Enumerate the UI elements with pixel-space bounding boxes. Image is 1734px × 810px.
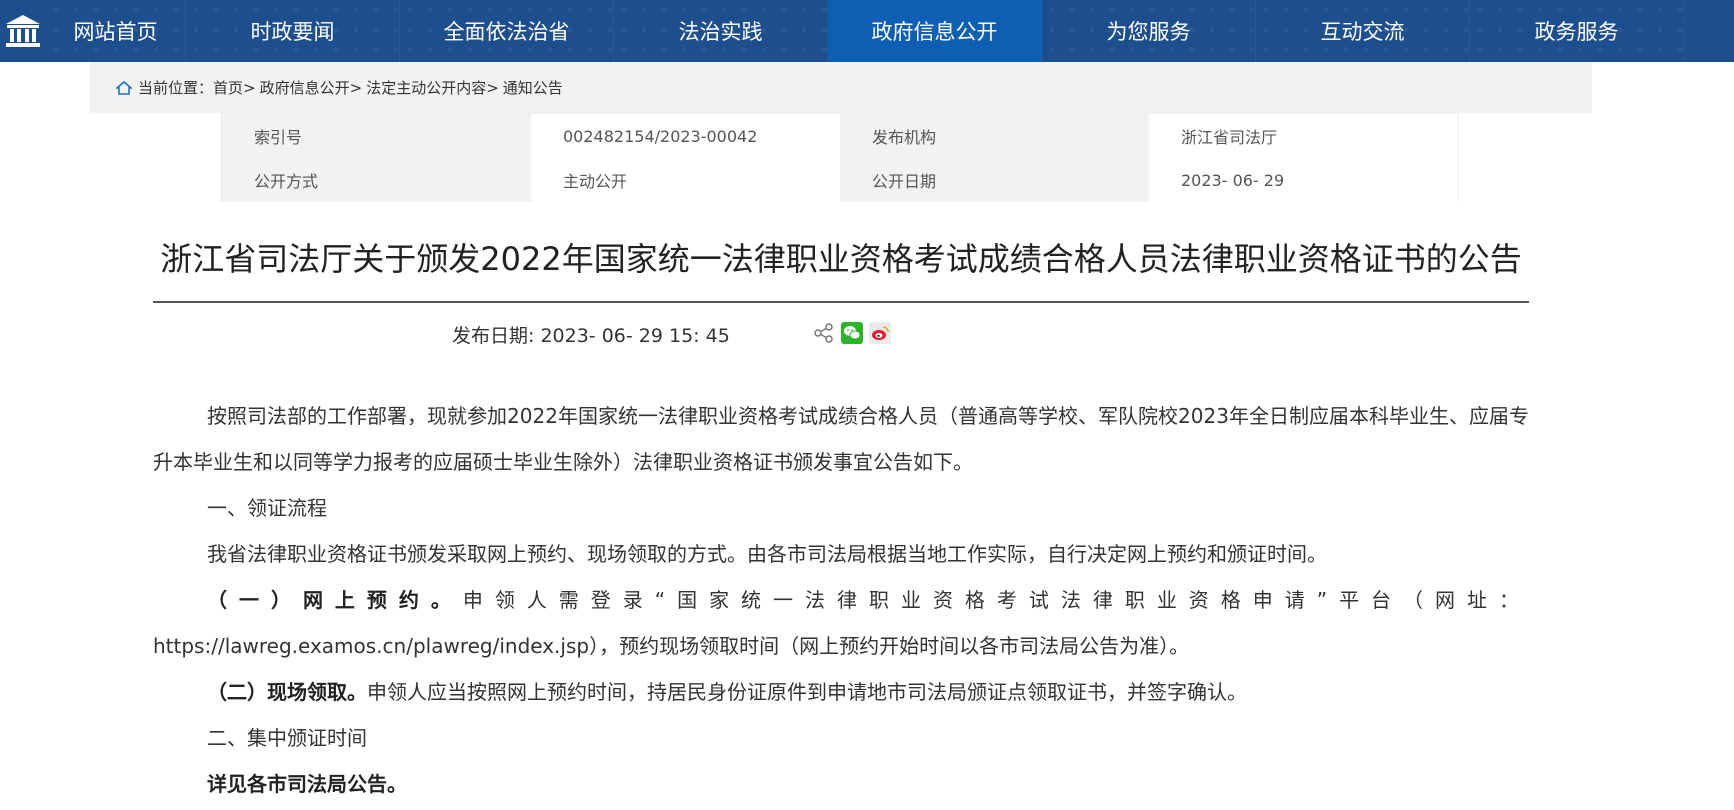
- nav-item-gov-info[interactable]: 政府信息公开: [828, 0, 1042, 62]
- nav-item-practice[interactable]: 法治实践: [614, 0, 828, 62]
- paragraph-intro: 按照司法部的工作部署，现就参加2022年国家统一法律职业资格考试成绩合格人员（普…: [153, 404, 1529, 474]
- nav-item-gov-services[interactable]: 政务服务: [1470, 0, 1684, 62]
- online-booking-text: 申领人需登录“国家统一法律职业资格考试法律职业资格申请”平台（网址：: [462, 588, 1529, 612]
- meta-date-label: 公开日期: [840, 158, 1149, 202]
- paragraph-onsite-pickup: （二）现场领取。申领人应当按照网上预约时间，持居民身份证原件到申请地市司法局颁证…: [153, 669, 1529, 715]
- paragraph-process: 我省法律职业资格证书颁发采取网上预约、现场领取的方式。由各市司法局根据当地工作实…: [207, 542, 1327, 566]
- share-bar: [813, 322, 891, 344]
- meta-date-value: 2023- 06- 29: [1149, 158, 1458, 202]
- meta-publisher-label: 发布机构: [840, 114, 1149, 158]
- registration-url[interactable]: https://lawreg.examos.cn/plawreg/index.j…: [153, 634, 589, 658]
- nav-item-label: 政务服务: [1534, 20, 1619, 44]
- section-heading-process: 一、领证流程: [207, 496, 327, 520]
- meta-index-label: 索引号: [222, 114, 531, 158]
- nav-item-label: 为您服务: [1106, 20, 1191, 44]
- nav-item-label: 全面依法治省: [443, 20, 570, 44]
- section-heading-schedule: 二、集中颁证时间: [207, 726, 367, 750]
- meta-publisher-value: 浙江省司法厅: [1149, 114, 1458, 158]
- online-booking-tail: ），预约现场领取时间（网上预约开始时间以各市司法局公告为准）。: [589, 634, 1190, 658]
- meta-index-value: 002482154/2023-00042: [531, 114, 840, 158]
- breadcrumb-gov-info[interactable]: 政府信息公开: [260, 77, 350, 98]
- top-nav: 网站首页 时政要闻 全面依法治省 法治实践 政府信息公开 为您服务 互动交流 政…: [0, 0, 1734, 62]
- publish-date-value: 2023- 06- 29 15: 45: [540, 325, 730, 347]
- wechat-icon[interactable]: [841, 322, 863, 344]
- article-title: 浙江省司法厅关于颁发2022年国家统一法律职业资格考试成绩合格人员法律职业资格证…: [160, 240, 1522, 278]
- share-icon[interactable]: [813, 322, 835, 344]
- breadcrumb: 当前位置： 首页 > 政府信息公开 > 法定主动公开内容 > 通知公告: [90, 62, 1592, 113]
- breadcrumb-notices[interactable]: 通知公告: [503, 77, 563, 98]
- nav-item-rule-of-law[interactable]: 全面依法治省: [400, 0, 614, 62]
- schedule-note: 详见各市司法局公告。: [207, 772, 407, 796]
- paragraph-schedule: 详见各市司法局公告。: [153, 761, 1529, 807]
- breadcrumb-separator: >: [486, 78, 499, 97]
- meta-method-label: 公开方式: [222, 158, 531, 202]
- breadcrumb-mandatory-disclosure[interactable]: 法定主动公开内容: [366, 77, 486, 98]
- publish-date: 发布日期: 2023- 06- 29 15: 45: [452, 321, 730, 348]
- title-divider: [153, 301, 1529, 303]
- publish-date-label: 发布日期:: [452, 325, 541, 347]
- breadcrumb-home[interactable]: 首页: [213, 77, 243, 98]
- weibo-icon[interactable]: [869, 322, 891, 344]
- nav-item-label: 网站首页: [73, 20, 158, 44]
- meta-method-value: 主动公开: [531, 158, 840, 202]
- document-meta-table: 索引号 002482154/2023-00042 发布机构 浙江省司法厅 公开方…: [221, 113, 1459, 202]
- meta-row: 索引号 002482154/2023-00042 发布机构 浙江省司法厅: [222, 114, 1458, 158]
- nav-item-services[interactable]: 为您服务: [1042, 0, 1256, 62]
- article-body: 按照司法部的工作部署，现就参加2022年国家统一法律职业资格考试成绩合格人员（普…: [153, 393, 1529, 807]
- breadcrumb-separator: >: [349, 78, 363, 97]
- breadcrumb-separator: >: [243, 78, 256, 97]
- nav-item-label: 政府信息公开: [871, 20, 998, 44]
- nav-item-label: 互动交流: [1320, 20, 1405, 44]
- nav-item-label: 时政要闻: [250, 20, 335, 44]
- onsite-pickup-text: 申领人应当按照网上预约时间，持居民身份证原件到申请地市司法局颁证点领取证书，并签…: [367, 680, 1247, 704]
- meta-row: 公开方式 主动公开 公开日期 2023- 06- 29: [222, 158, 1458, 202]
- nav-item-news[interactable]: 时政要闻: [186, 0, 400, 62]
- nav-item-interaction[interactable]: 互动交流: [1256, 0, 1470, 62]
- government-building-icon[interactable]: [0, 0, 46, 62]
- nav-item-home[interactable]: 网站首页: [46, 0, 186, 62]
- onsite-pickup-heading: （二）现场领取。: [207, 680, 367, 704]
- online-booking-heading: （一）网上预约。: [207, 588, 463, 612]
- breadcrumb-prefix: 当前位置：: [138, 79, 214, 97]
- nav-item-label: 法治实践: [678, 20, 763, 44]
- home-icon: [116, 80, 132, 95]
- paragraph-online-booking: （一）网上预约。申领人需登录“国家统一法律职业资格考试法律职业资格申请”平台（网…: [153, 577, 1529, 669]
